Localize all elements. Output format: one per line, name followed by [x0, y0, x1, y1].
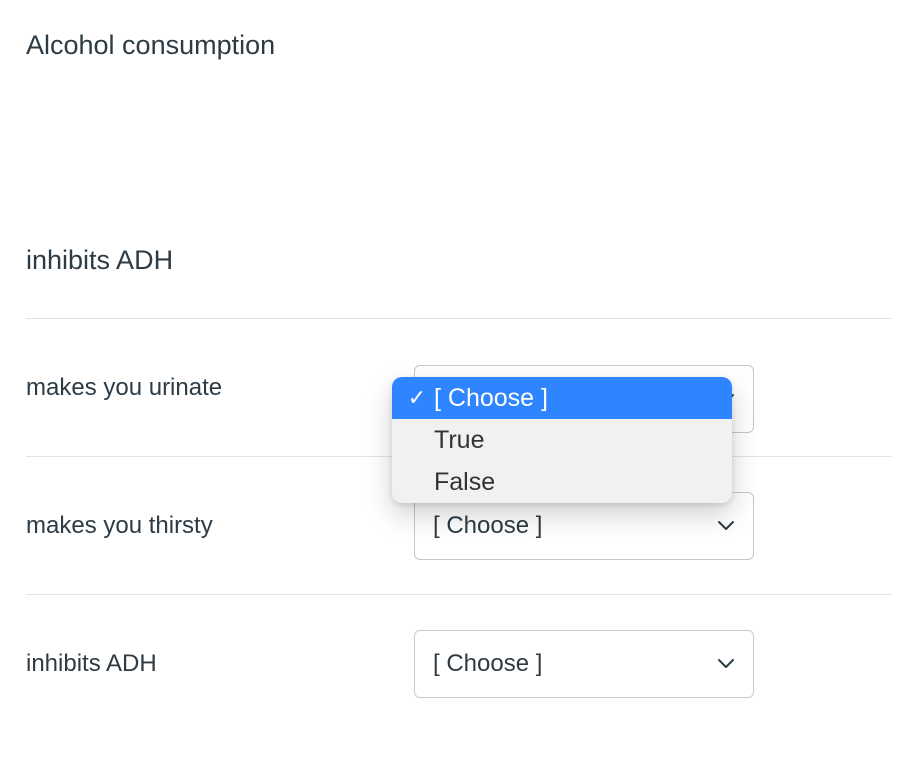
choose-select[interactable]: [ Choose ]: [414, 630, 754, 698]
select-value: [ Choose ]: [433, 512, 542, 540]
check-icon: ✓: [404, 387, 430, 409]
question-label: inhibits ADH: [26, 650, 414, 678]
question-row: inhibits ADH [ Choose ]: [26, 594, 892, 732]
dropdown-option-label: False: [430, 468, 495, 497]
choose-dropdown[interactable]: ✓ [ Choose ] True False: [392, 377, 732, 503]
dropdown-option-true[interactable]: True: [392, 419, 732, 461]
chevron-down-icon: [717, 517, 735, 535]
dropdown-option-label: True: [430, 426, 484, 455]
page-title: Alcohol consumption: [26, 28, 892, 63]
dropdown-option-placeholder[interactable]: ✓ [ Choose ]: [392, 377, 732, 419]
question-label: makes you thirsty: [26, 512, 414, 540]
select-value: [ Choose ]: [433, 650, 542, 678]
dropdown-option-label: [ Choose ]: [430, 384, 548, 413]
spacer: [26, 63, 892, 243]
question-label: makes you urinate: [26, 374, 414, 402]
page-subtitle: inhibits ADH: [26, 243, 892, 278]
dropdown-option-false[interactable]: False: [392, 461, 732, 503]
chevron-down-icon: [717, 655, 735, 673]
